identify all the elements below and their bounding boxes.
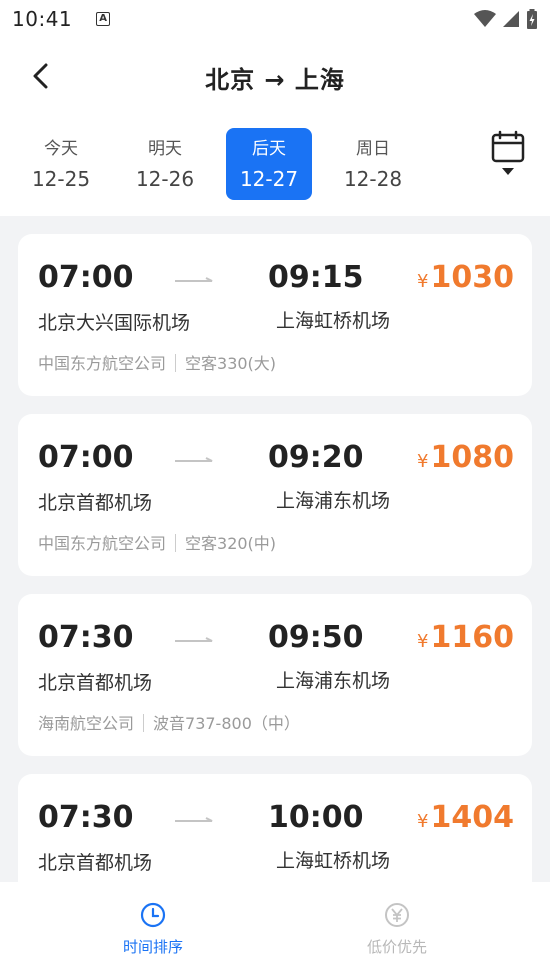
flight-card[interactable]: 07:30 09:50 ¥1160 北京首都机场 上海浦东机场 海南航空公司 波音… — [18, 594, 532, 756]
price: ¥1080 — [417, 440, 514, 475]
header: 北京 → 上海 — [0, 38, 550, 116]
sort-label: 低价优先 — [366, 938, 427, 956]
airline-name: 中国东方航空公司 — [38, 354, 167, 373]
aircraft-type: 波音737-800（中） — [153, 714, 300, 733]
yen-symbol: ¥ — [417, 811, 429, 832]
sort-by-price-button[interactable]: 低价优先 — [327, 902, 467, 957]
departure-time: 07:30 — [38, 620, 134, 655]
departure-time: 07:30 — [38, 800, 134, 835]
arrow-right-icon — [175, 277, 213, 282]
arrow-right-icon — [175, 637, 213, 642]
date-tab-sunday[interactable]: 周日 12-28 — [330, 128, 416, 200]
arrival-airport: 上海浦东机场 — [276, 670, 391, 692]
calendar-button[interactable] — [488, 130, 528, 180]
flight-meta: 中国东方航空公司 空客320(中) — [38, 530, 276, 554]
flight-meta: 中国东方航空公司 空客330(大) — [38, 350, 276, 374]
price: ¥1160 — [417, 620, 514, 655]
yen-icon — [385, 903, 409, 927]
date-tab-label: 周日 — [356, 139, 390, 159]
date-tab-date: 12-26 — [135, 167, 195, 191]
departure-time: 07:00 — [38, 260, 134, 295]
departure-airport: 北京首都机场 — [38, 492, 153, 514]
aircraft-type: 空客320(中) — [185, 534, 277, 553]
flight-card[interactable]: 07:00 09:15 ¥1030 北京大兴国际机场 上海虹桥机场 中国东方航空… — [18, 234, 532, 396]
date-tab-date: 12-28 — [343, 167, 403, 191]
status-bar: 10:41 A — [0, 0, 550, 38]
arrow-right-icon — [175, 457, 213, 462]
departure-time: 07:00 — [38, 440, 134, 475]
route-title: 北京 → 上海 — [205, 66, 345, 94]
divider — [143, 714, 145, 732]
date-tab-date: 12-25 — [31, 167, 91, 191]
arrow-right-icon — [175, 817, 213, 822]
divider — [175, 354, 177, 372]
arrival-time: 09:50 — [268, 620, 364, 655]
yen-symbol: ¥ — [417, 271, 429, 292]
flight-card[interactable]: 07:00 09:20 ¥1080 北京首都机场 上海浦东机场 中国东方航空公司… — [18, 414, 532, 576]
arrival-airport: 上海虹桥机场 — [276, 310, 391, 332]
calendar-icon — [491, 130, 525, 175]
date-tab-day-after[interactable]: 后天 12-27 — [226, 128, 312, 200]
price-amount: 1160 — [430, 620, 515, 655]
arrival-time: 10:00 — [268, 800, 364, 835]
sort-label: 时间排序 — [122, 938, 183, 956]
price-amount: 1030 — [430, 260, 515, 295]
departure-airport: 北京首都机场 — [38, 672, 153, 694]
departure-airport: 北京大兴国际机场 — [38, 312, 191, 334]
clock-icon — [140, 902, 166, 928]
price: ¥1030 — [417, 260, 514, 295]
departure-airport: 北京首都机场 — [38, 852, 153, 874]
divider — [175, 534, 177, 552]
date-tab-tomorrow[interactable]: 明天 12-26 — [122, 128, 208, 200]
flight-meta: 海南航空公司 波音737-800（中） — [38, 710, 300, 734]
status-icons — [474, 9, 538, 29]
date-tab-label: 今天 — [44, 139, 78, 159]
date-tab-label: 明天 — [148, 139, 182, 159]
arrival-airport: 上海虹桥机场 — [276, 850, 391, 872]
price-amount: 1080 — [430, 440, 515, 475]
yen-symbol: ¥ — [417, 631, 429, 652]
status-time: 10:41 — [12, 7, 73, 31]
signal-icon — [503, 11, 519, 27]
battery-icon — [527, 9, 537, 29]
airline-name: 中国东方航空公司 — [38, 534, 167, 553]
date-tab-today[interactable]: 今天 12-25 — [18, 128, 104, 200]
app-notification-icon: A — [96, 12, 111, 26]
wifi-icon — [474, 10, 496, 27]
date-tab-date: 12-27 — [239, 167, 299, 191]
date-tab-label: 后天 — [252, 139, 286, 159]
aircraft-type: 空客330(大) — [185, 354, 277, 373]
sort-bar: 时间排序 低价优先 — [0, 882, 550, 977]
arrival-time: 09:15 — [268, 260, 364, 295]
price-amount: 1404 — [430, 800, 515, 835]
sort-by-time-button[interactable]: 时间排序 — [83, 902, 223, 957]
airline-name: 海南航空公司 — [38, 714, 135, 733]
yen-symbol: ¥ — [417, 451, 429, 472]
date-selector: 今天 12-25 明天 12-26 后天 12-27 周日 12-28 — [0, 116, 550, 216]
price: ¥1404 — [417, 800, 514, 835]
arrival-airport: 上海浦东机场 — [276, 490, 391, 512]
arrival-time: 09:20 — [268, 440, 364, 475]
